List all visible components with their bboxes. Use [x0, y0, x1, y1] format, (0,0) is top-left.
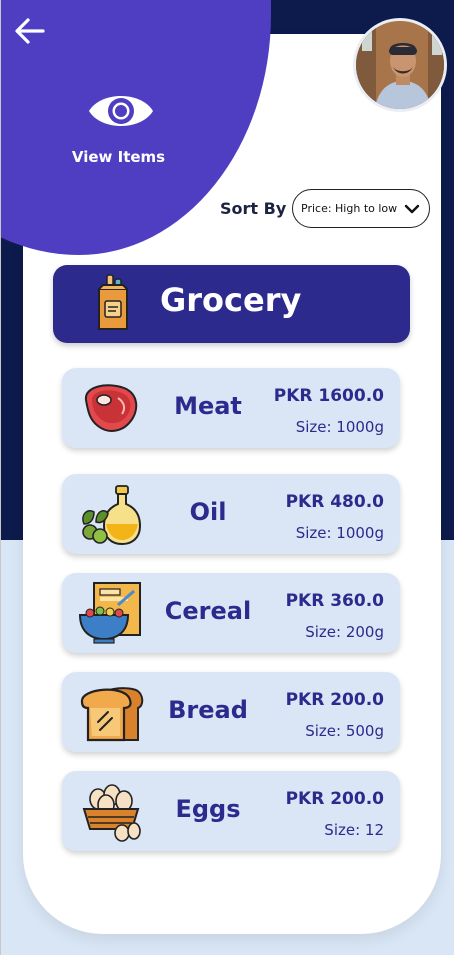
screen: View Items Sort By Price: High to low Gr… [0, 0, 454, 955]
sort-dropdown[interactable]: Price: High to low [292, 189, 430, 228]
page-title: View Items [71, 148, 166, 166]
chevron-down-icon [404, 204, 420, 214]
item-size: Size: 12 [324, 821, 384, 839]
item-size: Size: 500g [305, 722, 384, 740]
list-item-oil[interactable]: Oil PKR 480.0 Size: 1000g [62, 474, 400, 554]
item-price: PKR 200.0 [285, 690, 384, 710]
list-item-bread[interactable]: Bread PKR 200.0 Size: 500g [62, 672, 400, 752]
back-arrow-icon[interactable] [13, 16, 47, 46]
category-title: Grocery [160, 281, 302, 319]
item-price: PKR 480.0 [285, 492, 384, 512]
item-size: Size: 1000g [295, 524, 384, 542]
item-name: Bread [168, 696, 248, 724]
avatar[interactable] [353, 18, 447, 112]
item-price: PKR 200.0 [285, 789, 384, 809]
sort-selected-value: Price: High to low [301, 202, 398, 215]
item-name: Eggs [175, 795, 241, 823]
meat-icon [84, 384, 138, 432]
eye-icon [89, 96, 153, 126]
list-item-eggs[interactable]: Eggs PKR 200.0 Size: 12 [62, 771, 400, 851]
list-item-meat[interactable]: Meat PKR 1600.0 Size: 1000g [62, 368, 400, 448]
item-size: Size: 200g [305, 623, 384, 641]
cereal-icon [78, 582, 141, 644]
item-name: Cereal [164, 597, 252, 625]
bread-icon [80, 687, 144, 742]
item-name: Oil [189, 498, 227, 526]
item-name: Meat [174, 392, 242, 420]
grocery-bag-icon [98, 274, 128, 330]
item-size: Size: 1000g [295, 418, 384, 436]
list-item-cereal[interactable]: Cereal PKR 360.0 Size: 200g [62, 573, 400, 653]
category-banner: Grocery [53, 265, 410, 343]
item-price: PKR 360.0 [285, 591, 384, 611]
oil-bottle-icon [82, 485, 142, 546]
eggs-icon [82, 784, 141, 842]
item-price: PKR 1600.0 [273, 386, 384, 406]
sort-label: Sort By [220, 199, 287, 218]
